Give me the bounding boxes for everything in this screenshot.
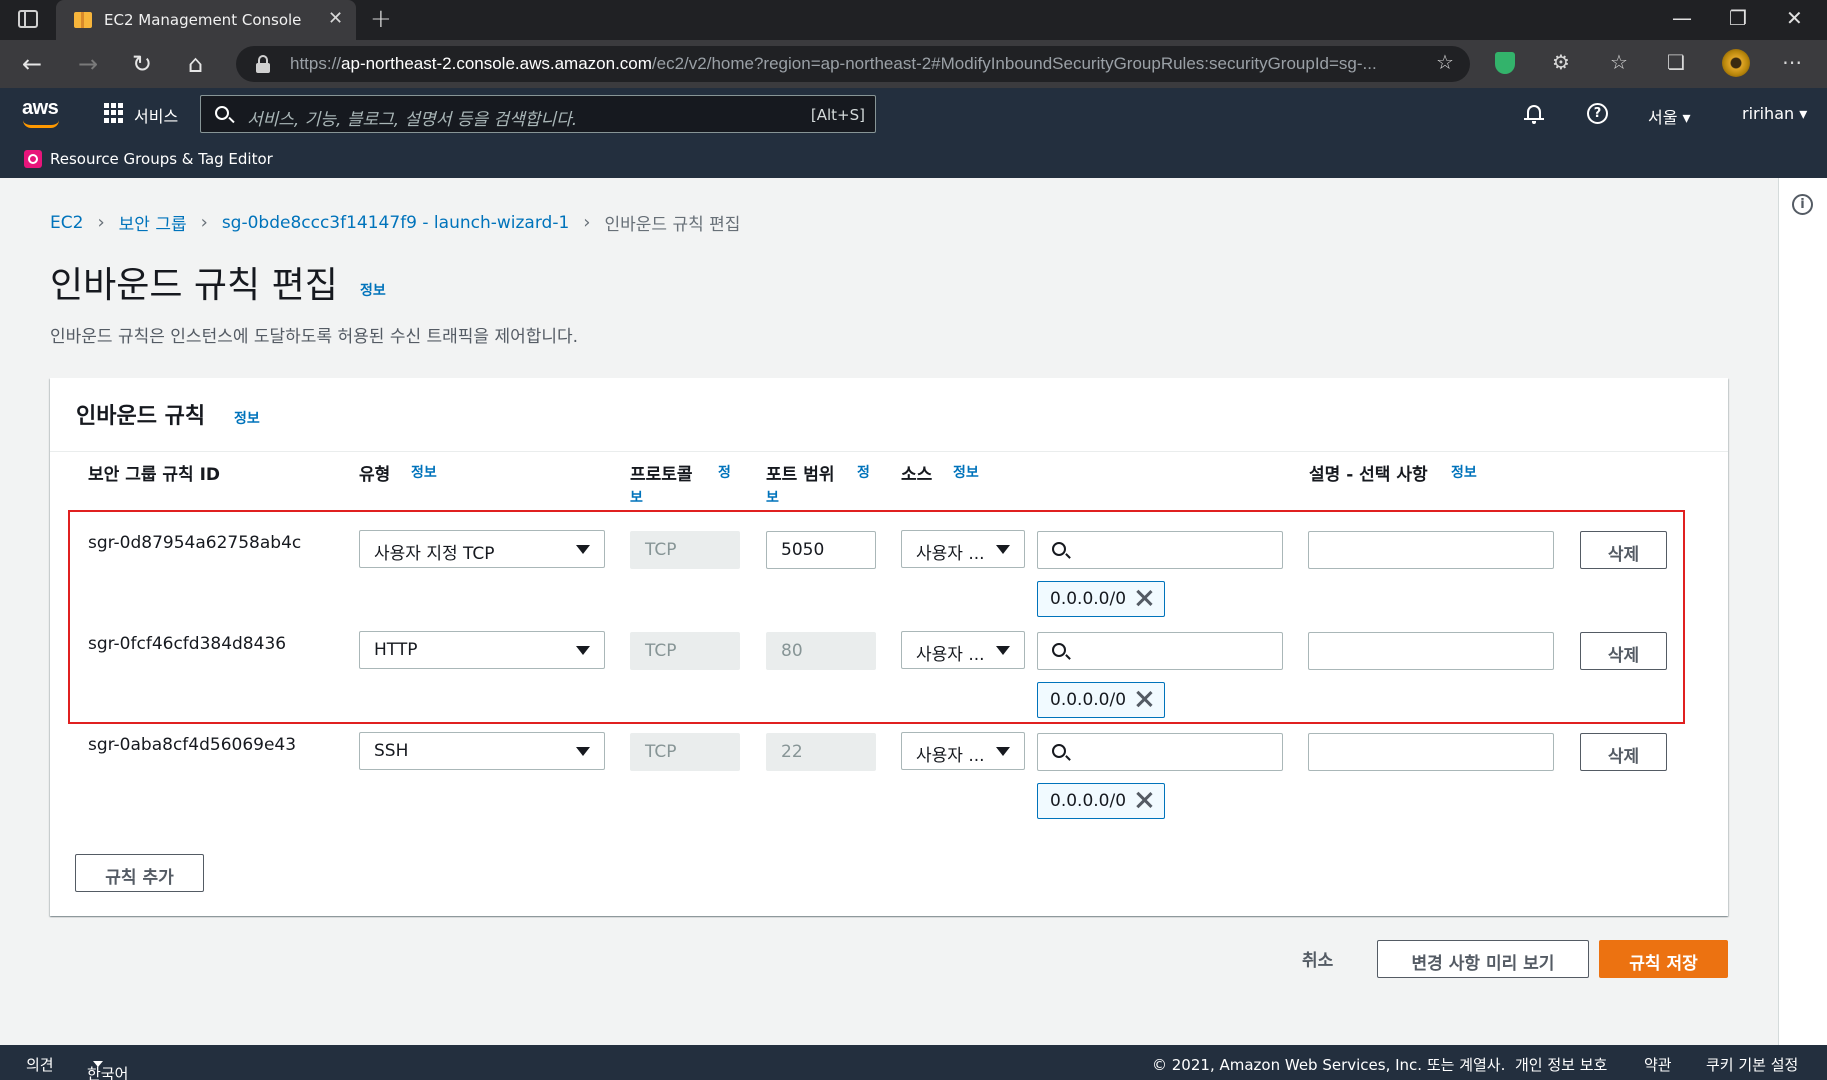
page-description: 인바운드 규칙은 인스턴스에 도달하도록 허용된 수신 트래픽을 제어합니다. — [50, 327, 579, 347]
window-close-icon[interactable]: ✕ — [1786, 6, 1803, 30]
protocol-info-link-2[interactable]: 보 — [630, 487, 643, 507]
port-info-link-2[interactable]: 보 — [766, 487, 779, 507]
footer-language[interactable]: 한국어 — [87, 1054, 128, 1080]
favorites-list-icon[interactable]: ☆ — [1610, 50, 1628, 74]
port-range-field: 22 — [766, 733, 876, 771]
caret-down-icon — [996, 747, 1010, 756]
breadcrumb-current: 인바운드 규칙 편집 — [604, 215, 741, 235]
type-select[interactable]: SSH — [359, 732, 605, 770]
extensions-icon[interactable]: ⚙ — [1552, 50, 1570, 74]
source-info-link[interactable]: 정보 — [953, 462, 979, 482]
favorites-bar — [0, 138, 1827, 178]
services-menu[interactable]: 서비스 — [134, 103, 178, 127]
chevron-right-icon: › — [583, 212, 591, 233]
aws-favicon-icon — [74, 12, 92, 28]
more-menu-icon[interactable]: ⋯ — [1782, 50, 1802, 74]
preview-changes-button[interactable]: 변경 사항 미리 보기 — [1377, 940, 1589, 978]
cidr-token: 0.0.0.0/0 — [1037, 783, 1165, 819]
account-menu[interactable]: ririhan ▾ — [1742, 104, 1807, 123]
aws-search-input[interactable]: 서비스, 기능, 블로그, 설명서 등을 검색합니다. [Alt+S] — [200, 95, 876, 133]
col-type: 유형 — [359, 465, 391, 485]
type-info-link[interactable]: 정보 — [411, 462, 437, 482]
col-source: 소스 — [901, 465, 933, 485]
tab-title: EC2 Management Console — [104, 11, 302, 29]
save-rules-button[interactable]: 규칙 저장 — [1599, 940, 1728, 978]
caret-down-icon — [576, 747, 590, 756]
footer-privacy[interactable]: 개인 정보 보호 — [1515, 1054, 1607, 1075]
footer-cookies[interactable]: 쿠키 기본 설정 — [1706, 1054, 1798, 1075]
col-protocol: 프로토콜 — [630, 465, 693, 485]
region-selector[interactable]: 서울 ▾ — [1648, 104, 1691, 128]
panel-title: 인바운드 규칙 — [76, 404, 206, 429]
chevron-right-icon: › — [97, 212, 105, 233]
source-cidr-search[interactable] — [1037, 733, 1283, 771]
home-icon[interactable]: ⌂ — [188, 50, 203, 78]
description-input[interactable] — [1308, 733, 1554, 771]
page-title: 인바운드 규칙 편집 — [50, 265, 338, 306]
aws-logo[interactable]: aws — [22, 97, 59, 120]
browser-tab-bar: EC2 Management Console ✕ + — ❐ ✕ — [0, 0, 1827, 40]
back-icon[interactable]: ← — [22, 50, 42, 78]
shield-extension-icon[interactable] — [1495, 52, 1515, 74]
rule-id: sgr-0aba8cf4d56069e43 — [88, 735, 297, 755]
breadcrumb-security-groups[interactable]: 보안 그룹 — [119, 210, 187, 235]
aws-logo-smile-icon — [23, 120, 59, 128]
page-info-link[interactable]: 정보 — [360, 280, 386, 300]
new-tab-icon[interactable]: + — [370, 4, 392, 34]
protocol-info-link-1[interactable]: 정 — [718, 462, 731, 482]
close-tab-icon[interactable]: ✕ — [328, 8, 343, 29]
notifications-bell-icon[interactable] — [1524, 103, 1544, 124]
collections-icon[interactable]: ❏ — [1667, 50, 1685, 74]
description-info-link[interactable]: 정보 — [1451, 462, 1477, 482]
col-rule-id: 보안 그룹 규칙 ID — [88, 465, 221, 485]
cancel-button[interactable]: 취소 — [1302, 946, 1333, 971]
breadcrumb-security-group[interactable]: sg-0bde8ccc3f14147f9 - launch-wizard-1 — [222, 213, 569, 233]
col-port-range: 포트 범위 — [766, 465, 835, 485]
resource-groups-icon — [24, 150, 42, 168]
lock-icon[interactable] — [256, 55, 270, 73]
profile-avatar[interactable] — [1722, 49, 1750, 77]
search-shortcut: [Alt+S] — [810, 106, 865, 124]
protocol-field: TCP — [630, 733, 740, 771]
restore-icon[interactable]: ❐ — [1729, 6, 1747, 30]
favorite-resource-groups[interactable]: Resource Groups & Tag Editor — [50, 150, 273, 168]
search-icon — [1052, 744, 1066, 758]
highlight-box — [68, 510, 1685, 724]
footer-terms[interactable]: 약관 — [1644, 1054, 1672, 1075]
search-placeholder: 서비스, 기능, 블로그, 설명서 등을 검색합니다. — [247, 110, 578, 130]
add-rule-button[interactable]: 규칙 추가 — [75, 854, 204, 892]
help-icon[interactable]: ? — [1587, 103, 1608, 124]
breadcrumb-ec2[interactable]: EC2 — [50, 213, 83, 233]
panel-header: 인바운드 규칙 정보 — [50, 378, 1728, 452]
url-field[interactable]: https://ap-northeast-2.console.aws.amazo… — [236, 46, 1470, 82]
col-description: 설명 - 선택 사항 — [1309, 465, 1428, 485]
browser-tab[interactable]: EC2 Management Console ✕ — [56, 0, 356, 40]
sidebar-toggle-icon[interactable] — [18, 10, 38, 28]
forward-icon[interactable]: → — [78, 50, 98, 78]
delete-rule-button[interactable]: 삭제 — [1580, 733, 1667, 771]
services-grid-icon[interactable] — [104, 103, 124, 123]
breadcrumb: EC2 › 보안 그룹 › sg-0bde8ccc3f14147f9 - lau… — [50, 210, 740, 235]
footer-copyright: © 2021, Amazon Web Services, Inc. 또는 계열사… — [1152, 1056, 1506, 1074]
panel-info-link[interactable]: 정보 — [234, 408, 260, 428]
remove-token-icon[interactable] — [1134, 790, 1154, 810]
url-text: https://ap-northeast-2.console.aws.amazo… — [290, 54, 1377, 73]
chevron-right-icon: › — [200, 212, 208, 233]
footer-feedback[interactable]: 의견 — [26, 1054, 54, 1075]
info-panel-icon[interactable]: i — [1792, 194, 1813, 215]
right-tools-rail — [1778, 178, 1827, 1045]
source-type-select[interactable]: 사용자 ... — [901, 732, 1025, 770]
port-info-link-1[interactable]: 정 — [857, 462, 870, 482]
reload-icon[interactable]: ↻ — [132, 50, 152, 78]
minimize-icon[interactable]: — — [1672, 6, 1692, 30]
search-icon — [215, 106, 229, 120]
footer: 의견 한국어 © 2021, Amazon Web Services, Inc.… — [0, 1045, 1827, 1080]
favorite-star-icon[interactable]: ☆ — [1436, 50, 1454, 74]
